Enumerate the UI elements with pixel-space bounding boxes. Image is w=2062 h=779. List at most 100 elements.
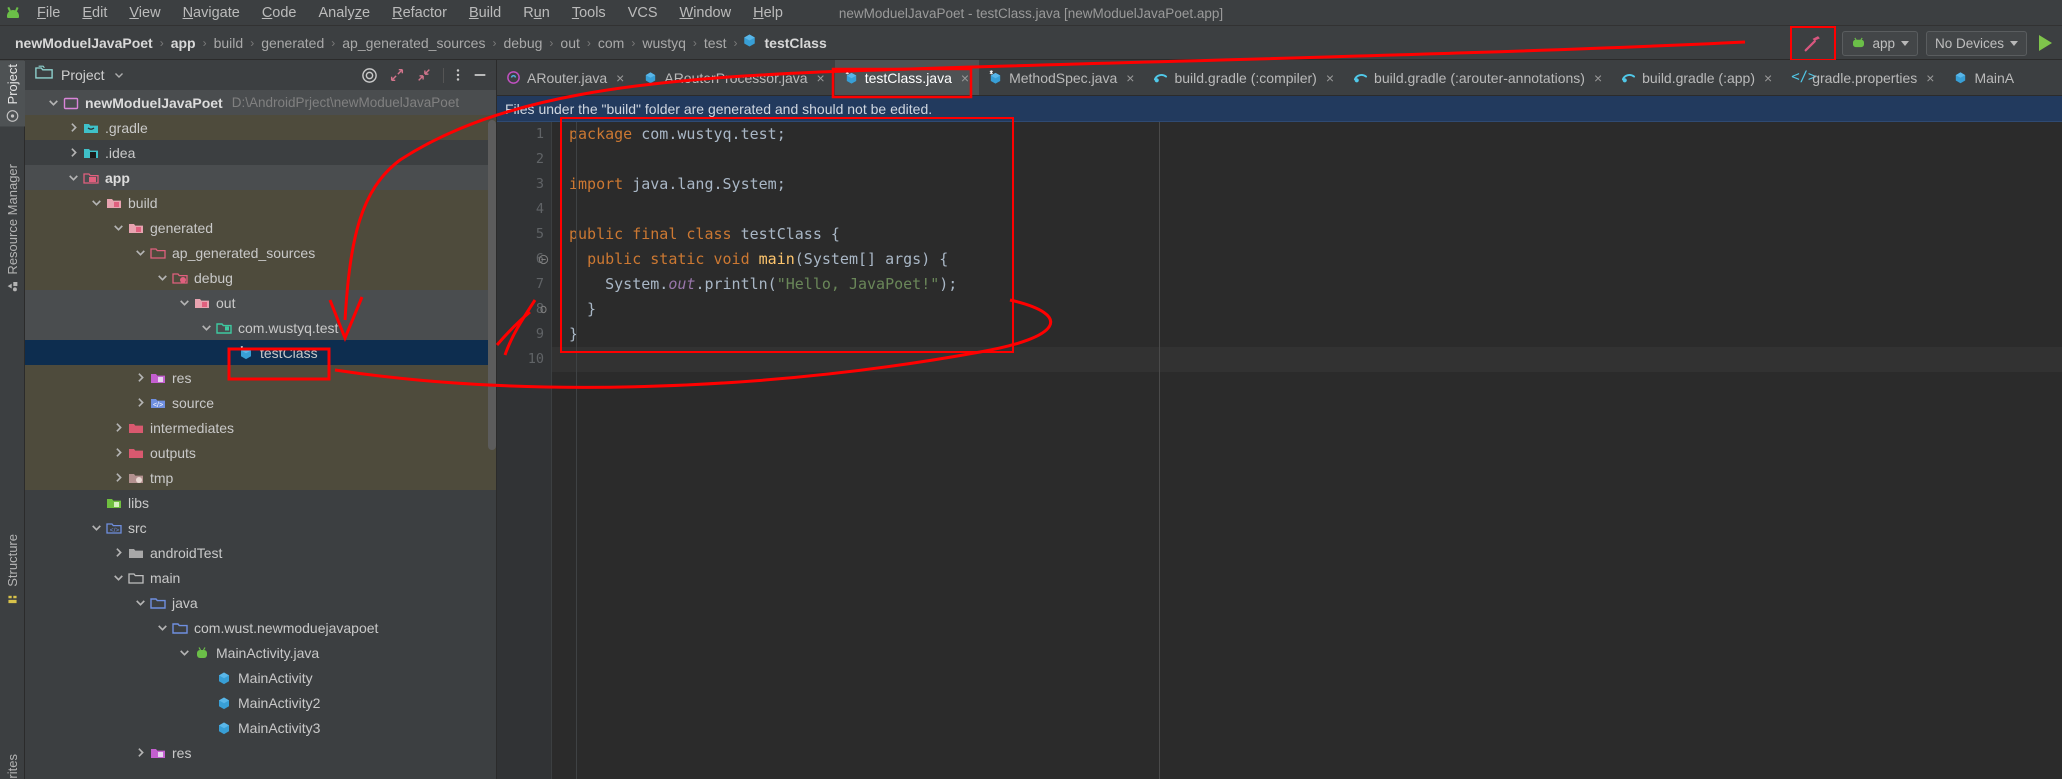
chevron-right-icon[interactable] (112, 446, 125, 459)
scroll-from-source-icon[interactable] (361, 67, 378, 84)
tree-node-com-wustyq-test[interactable]: com.wustyq.test (25, 315, 496, 340)
tree-node-java[interactable]: java (25, 590, 496, 615)
menu-edit[interactable]: Edit (71, 1, 118, 25)
tree-node-mainactivity2[interactable]: MainActivity2 (25, 690, 496, 715)
chevron-down-icon[interactable] (90, 196, 103, 209)
sidebar-tab-favorites[interactable]: vorites (0, 750, 25, 779)
hide-panel-icon[interactable] (472, 67, 488, 83)
tree-node-idea[interactable]: .idea (25, 140, 496, 165)
chevron-down-icon[interactable] (112, 571, 125, 584)
tree-node-app[interactable]: app (25, 165, 496, 190)
code-lines[interactable]: package com.wustyq.test; import java.lan… (552, 117, 2062, 779)
menu-run[interactable]: Run (512, 1, 561, 25)
tree-node-build-res[interactable]: res (25, 365, 496, 390)
tree-node-src-res[interactable]: res (25, 740, 496, 765)
chevron-down-icon[interactable] (156, 621, 169, 634)
expand-all-icon[interactable] (389, 67, 405, 83)
tree-node-libs[interactable]: libs (25, 490, 496, 515)
menu-analyze[interactable]: Analyze (308, 1, 382, 25)
tree-node-main[interactable]: main (25, 565, 496, 590)
menu-window[interactable]: Window (669, 1, 743, 25)
chevron-right-icon[interactable] (134, 371, 147, 384)
editor-tab-methodspec-java[interactable]: MethodSpec.java × (979, 60, 1144, 95)
editor-tab-build-gradle-app[interactable]: build.gradle (:app) × (1612, 60, 1782, 95)
tree-node-outputs[interactable]: outputs (25, 440, 496, 465)
menu-tools[interactable]: Tools (561, 1, 617, 25)
device-selector[interactable]: No Devices (1925, 30, 2027, 56)
tree-node-source[interactable]: </> source (25, 390, 496, 415)
tree-node-mainactivity-java[interactable]: MainActivity.java (25, 640, 496, 665)
chevron-down-icon[interactable] (156, 271, 169, 284)
chevron-right-icon[interactable] (67, 121, 80, 134)
build-project-button[interactable] (1790, 25, 1837, 61)
tree-node-build[interactable]: build (25, 190, 496, 215)
chevron-down-icon[interactable] (47, 96, 60, 109)
editor-tab-build-gradle-compiler[interactable]: build.gradle (:compiler) × (1144, 60, 1344, 95)
breadcrumb-item-app[interactable]: app (168, 33, 199, 53)
close-icon[interactable]: × (1126, 70, 1134, 86)
sidebar-tab-project[interactable]: Project (0, 60, 25, 127)
menu-view[interactable]: View (118, 1, 171, 25)
fold-expanded-icon[interactable] (538, 254, 549, 265)
breadcrumb-item-debug[interactable]: debug (500, 33, 545, 53)
close-icon[interactable]: × (1764, 70, 1772, 86)
more-options-icon[interactable] (455, 67, 461, 83)
close-icon[interactable]: × (616, 70, 624, 86)
chevron-down-icon[interactable] (67, 171, 80, 184)
project-tree[interactable]: newModuelJavaPoet D:\AndroidPrject\newMo… (25, 90, 496, 779)
menu-vcs[interactable]: VCS (617, 1, 669, 25)
chevron-down-icon[interactable] (113, 69, 125, 81)
editor-tab-testclass-java[interactable]: testClass.java × (834, 60, 980, 95)
chevron-right-icon[interactable] (134, 746, 147, 759)
chevron-down-icon[interactable] (134, 246, 147, 259)
tree-node-androidtest[interactable]: androidTest (25, 540, 496, 565)
chevron-right-icon[interactable] (67, 146, 80, 159)
sidebar-tab-resource-manager[interactable]: Resource Manager (0, 160, 25, 297)
tree-node-mainactivity3[interactable]: MainActivity3 (25, 715, 496, 740)
run-configuration-selector[interactable]: app (1842, 30, 1918, 56)
close-icon[interactable]: × (1326, 70, 1334, 86)
menu-navigate[interactable]: Navigate (172, 1, 251, 25)
menu-file[interactable]: File (26, 1, 71, 25)
breadcrumb-item-test[interactable]: test (701, 33, 730, 53)
breadcrumb-item-testclass[interactable]: testClass (762, 33, 830, 53)
chevron-down-icon[interactable] (178, 296, 191, 309)
tree-node-src[interactable]: </> src (25, 515, 496, 540)
chevron-right-icon[interactable] (112, 546, 125, 559)
tree-node-newmodueljavapoet[interactable]: newModuelJavaPoet D:\AndroidPrject\newMo… (25, 90, 496, 115)
tree-node-gradle[interactable]: .gradle (25, 115, 496, 140)
menu-code[interactable]: Code (251, 1, 308, 25)
close-icon[interactable]: × (817, 70, 825, 86)
tree-node-package-newmoduejavapoet[interactable]: com.wust.newmoduejavapoet (25, 615, 496, 640)
breadcrumb-item-com[interactable]: com (595, 33, 627, 53)
editor-tab-build-gradle-arouter-annotations[interactable]: build.gradle (:arouter-annotations) × (1344, 60, 1612, 95)
tree-node-mainactivity[interactable]: MainActivity (25, 665, 496, 690)
sidebar-tab-structure[interactable]: Structure (0, 530, 25, 609)
menu-help[interactable]: Help (742, 1, 794, 25)
breadcrumb-item-generated[interactable]: generated (258, 33, 327, 53)
editor-tab-arouterprocessor-java[interactable]: ARouterProcessor.java × (634, 60, 834, 95)
editor-tab-gradle-properties[interactable]: </> gradle.properties × (1782, 60, 1944, 95)
tree-node-intermediates[interactable]: intermediates (25, 415, 496, 440)
tree-node-testclass[interactable]: testClass (25, 340, 496, 365)
tree-node-generated[interactable]: generated (25, 215, 496, 240)
tree-node-ap-generated-sources[interactable]: ap_generated_sources (25, 240, 496, 265)
chevron-down-icon[interactable] (200, 321, 213, 334)
chevron-down-icon[interactable] (112, 221, 125, 234)
code-editor[interactable]: 1 2 3 4 5 6 7 8 9 10 package com.wustyq.… (497, 117, 2062, 779)
tree-node-tmp[interactable]: tmp (25, 465, 496, 490)
close-icon[interactable]: × (961, 70, 969, 86)
breadcrumb-item-build[interactable]: build (211, 33, 247, 53)
menu-refactor[interactable]: Refactor (381, 1, 458, 25)
chevron-right-icon[interactable] (112, 471, 125, 484)
breadcrumb-item-project[interactable]: newModuelJavaPoet (12, 33, 156, 53)
close-icon[interactable]: × (1594, 70, 1602, 86)
breadcrumb-item-wustyq[interactable]: wustyq (639, 33, 689, 53)
editor-tab-maina[interactable]: MainA (1944, 60, 2024, 95)
close-icon[interactable]: × (1926, 70, 1934, 86)
tree-node-debug[interactable]: debug (25, 265, 496, 290)
chevron-down-icon[interactable] (134, 596, 147, 609)
chevron-right-icon[interactable] (134, 396, 147, 409)
tree-node-out[interactable]: out (25, 290, 496, 315)
project-tree-scrollbar[interactable] (488, 120, 496, 450)
